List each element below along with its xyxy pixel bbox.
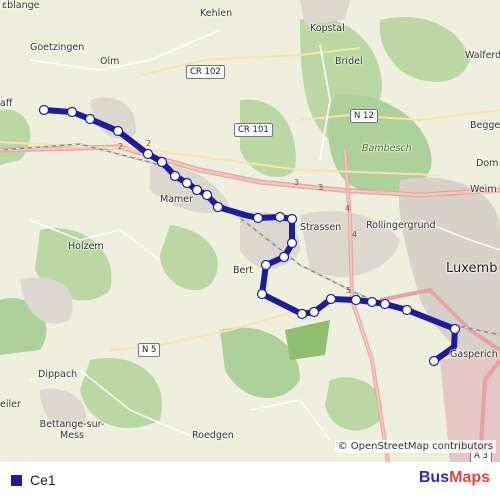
place-label: Bridel (335, 56, 363, 67)
road-number: 4 (345, 204, 351, 213)
place-label: Goetzingen (30, 42, 85, 53)
place-label: Gasperich (450, 349, 498, 360)
road-shield: CR 101 (234, 123, 273, 137)
road-number: 2 (146, 139, 152, 148)
place-label: Dom (476, 158, 499, 169)
route-stop (401, 304, 413, 316)
place-label: Bert (233, 265, 253, 276)
route-stop (260, 259, 272, 271)
road-shield: N 5 (138, 343, 161, 357)
brand-part-1: Bus (418, 469, 450, 486)
route-stop (181, 177, 193, 189)
road-number: 2 (118, 142, 124, 151)
busmaps-logo[interactable]: BusMaps (419, 469, 490, 487)
route-stop (252, 212, 264, 224)
route-stop (286, 237, 298, 249)
place-label: Roedgen (192, 430, 234, 441)
route-stop (296, 308, 308, 320)
place-label: Kehlen (200, 8, 233, 19)
map-attribution[interactable]: © OpenStreetMap contributors (334, 440, 496, 453)
route-stop (191, 184, 203, 196)
route-name: Ce1 (30, 472, 56, 488)
brand-part-2: Maps (449, 469, 490, 486)
route-stop (256, 288, 268, 300)
place-label: Strassen (300, 222, 342, 233)
route-stop (38, 104, 50, 116)
place-label: Mamer (160, 194, 194, 205)
place-label: Weim (470, 184, 497, 195)
route-stop (112, 125, 124, 137)
route-stop (201, 189, 213, 201)
road-shield: CR 102 (186, 65, 225, 79)
route-stop (379, 298, 391, 310)
road-number: 4 (352, 230, 358, 239)
route-stop (449, 323, 461, 335)
place-label: Walferd (465, 50, 500, 61)
place-label: Holzem (68, 241, 104, 252)
place-label: Begge (470, 120, 500, 131)
place-label: aff (0, 98, 13, 109)
place-label: Rollingergrund (366, 220, 436, 231)
place-label: Bambesch (362, 143, 412, 154)
route-stop (156, 156, 168, 168)
place-label: ɛblange (2, 0, 40, 11)
place-label: Kopstal (310, 23, 345, 34)
place-label: Bettange-sur-Mess (39, 419, 105, 441)
map-base (0, 0, 500, 462)
place-label: Olm (100, 56, 120, 67)
road-number: 3 (318, 183, 324, 192)
route-stop (325, 293, 337, 305)
route-stop (212, 201, 224, 213)
route-stop (350, 294, 362, 306)
route-stop (286, 213, 298, 225)
map[interactable]: ɛblange Kehlen Kopstal Goetzingen Olm Br… (0, 0, 500, 462)
road-number: 3 (294, 178, 300, 187)
route-stop (66, 106, 78, 118)
road-number: 5 (346, 286, 352, 295)
route-stop (142, 148, 154, 160)
route-stop (84, 113, 96, 125)
place-label: Dippach (38, 369, 78, 380)
route-stop (169, 170, 181, 182)
route-stop (428, 355, 440, 367)
route-stop (308, 306, 320, 318)
route-stop (274, 211, 286, 223)
route-color-swatch (11, 475, 22, 486)
route-stop (366, 296, 378, 308)
place-label: eiler (0, 399, 21, 410)
place-label: Luxemb (446, 261, 498, 276)
road-shield: N 12 (350, 109, 378, 123)
route-stop (278, 251, 290, 263)
